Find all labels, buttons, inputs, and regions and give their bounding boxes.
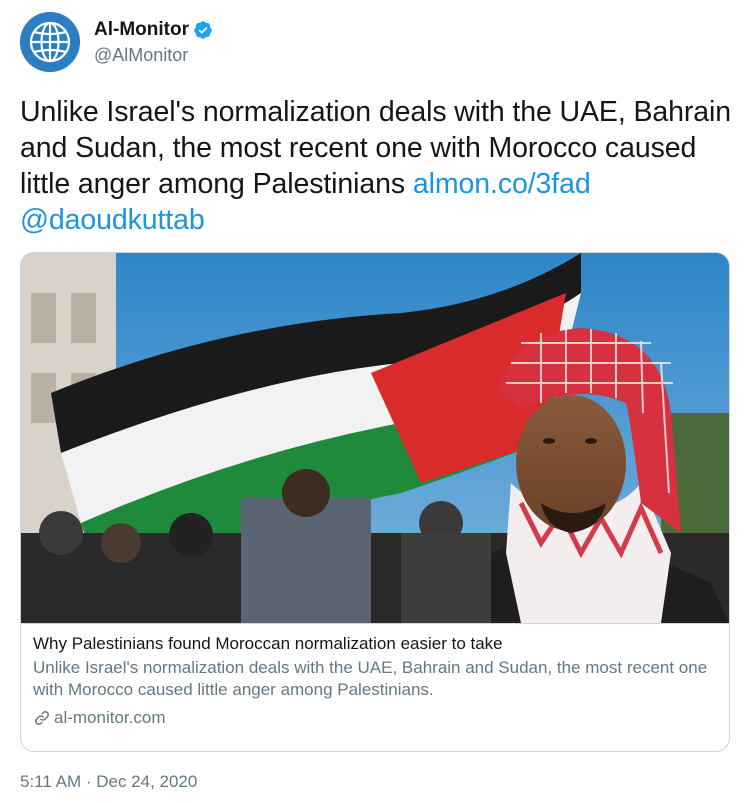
card-title[interactable]: Why Palestinians found Moroccan normaliz… <box>33 633 713 655</box>
tweet-link[interactable]: almon.co/3fad <box>413 168 591 200</box>
tweet-header: Al-Monitor @AlMonitor <box>20 12 213 72</box>
name-row: Al-Monitor <box>94 18 213 42</box>
account-handle[interactable]: @AlMonitor <box>94 43 213 67</box>
account-names: Al-Monitor @AlMonitor <box>94 12 213 72</box>
verified-badge-icon <box>194 20 212 39</box>
link-icon <box>35 711 49 725</box>
card-description: Unlike Israel's normalization deals with… <box>33 658 708 699</box>
globe-icon <box>20 12 80 72</box>
tweet-body: Unlike Israel's normalization deals with… <box>20 96 731 200</box>
card-image-art <box>21 253 729 623</box>
card-domain[interactable]: al-monitor.com <box>33 707 713 729</box>
display-name[interactable]: Al-Monitor <box>94 18 189 42</box>
link-card[interactable]: Why Palestinians found Moroccan normaliz… <box>20 252 730 752</box>
tweet: Al-Monitor @AlMonitor Unlike Israel's no… <box>0 0 749 803</box>
tweet-text: Unlike Israel's normalization deals with… <box>20 94 732 238</box>
tweet-mention[interactable]: @daoudkuttab <box>20 204 205 236</box>
avatar[interactable] <box>20 12 80 72</box>
card-image[interactable] <box>21 253 729 624</box>
card-body: Why Palestinians found Moroccan normaliz… <box>33 633 713 729</box>
tweet-timestamp[interactable]: 5:11 AM · Dec 24, 2020 <box>20 771 197 793</box>
card-domain-text: al-monitor.com <box>54 708 166 727</box>
